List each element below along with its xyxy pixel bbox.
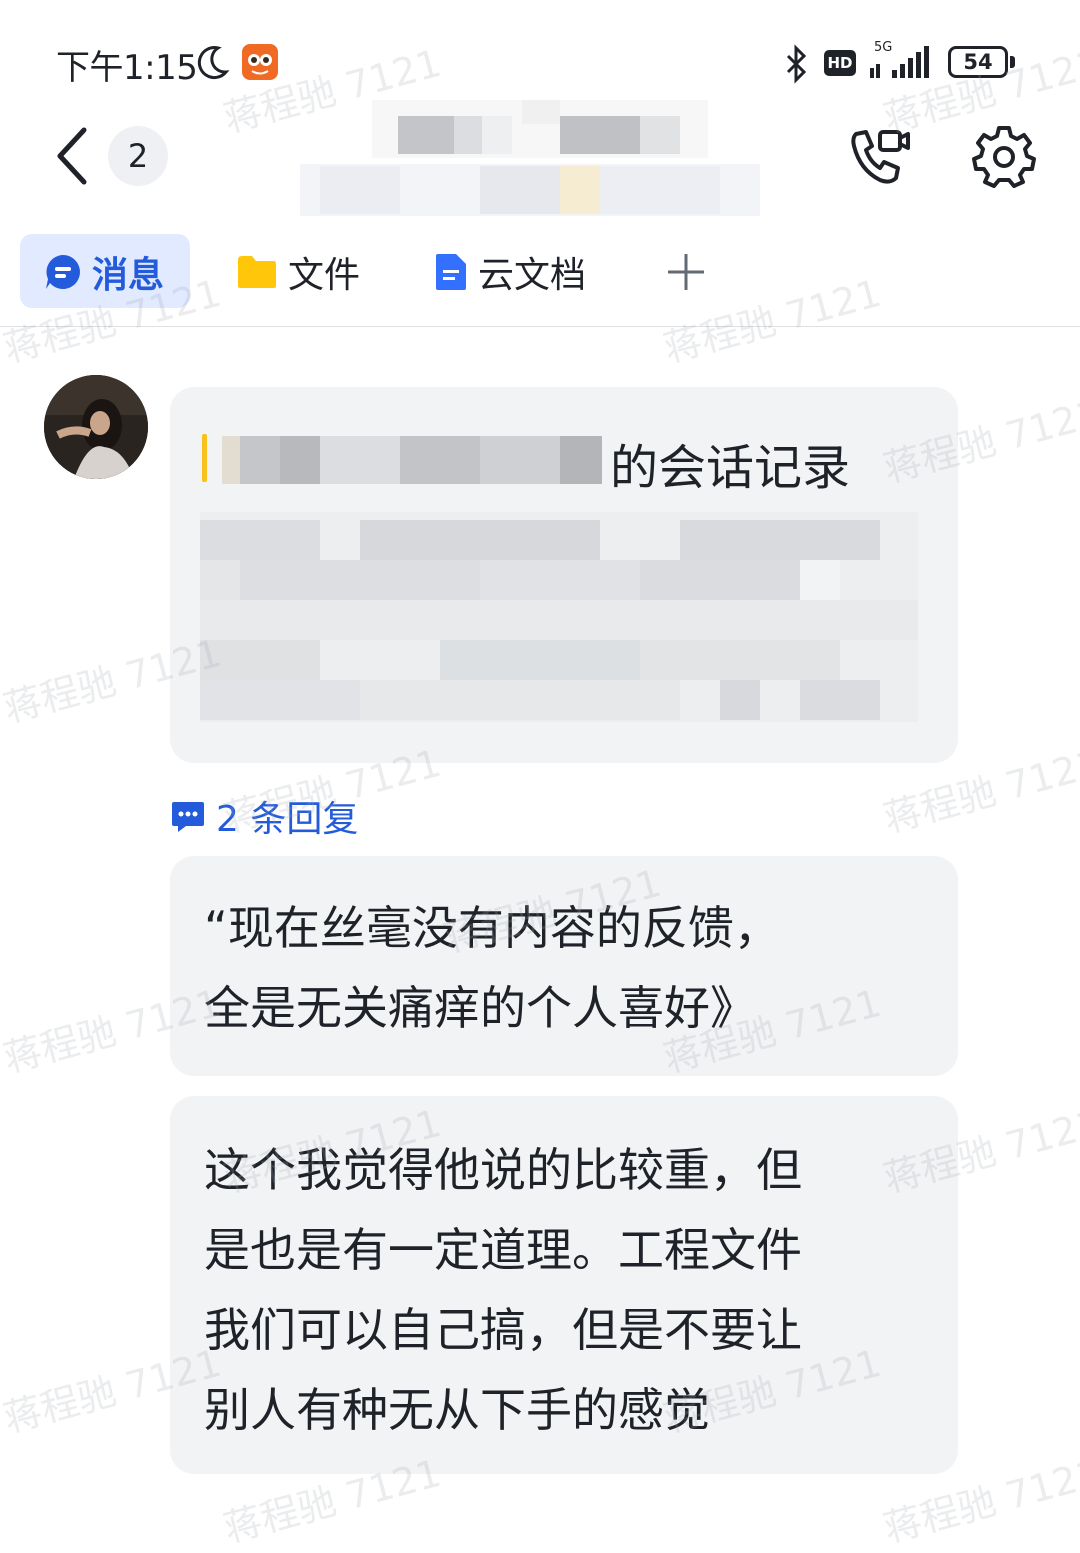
- chat-title-redacted: [372, 100, 708, 158]
- add-tab-plus-icon[interactable]: [664, 250, 708, 294]
- reply-thread-link[interactable]: 2 条回复: [170, 790, 358, 842]
- chat-subtitle-redacted: [300, 164, 760, 216]
- chat-bubble-icon: [46, 255, 80, 289]
- quoted-message-text: “现在丝毫没有内容的反馈， 全是无关痛痒的个人喜好》: [204, 888, 780, 1048]
- quoted-line: “现在丝毫没有内容的反馈，: [204, 901, 780, 955]
- tab-files-label: 文件: [288, 255, 361, 296]
- signal-icon: [870, 46, 929, 78]
- quoted-line: 全是无关痛痒的个人喜好》: [204, 981, 756, 1035]
- battery-indicator: 54: [948, 46, 1008, 78]
- folder-icon: [238, 256, 276, 288]
- record-title-redacted: [222, 436, 602, 484]
- tab-messages[interactable]: 消息: [44, 248, 164, 296]
- unread-count-badge[interactable]: 2: [108, 126, 168, 186]
- document-icon: [436, 254, 466, 290]
- bluetooth-icon: [786, 44, 807, 84]
- settings-gear-icon[interactable]: [972, 124, 1036, 188]
- tabs-divider: [0, 326, 1080, 327]
- status-time: 下午1:15: [56, 48, 198, 88]
- battery-cap: [1010, 56, 1015, 68]
- hd-badge: HD: [824, 50, 856, 76]
- sender-avatar[interactable]: [44, 375, 148, 479]
- tab-messages-label: 消息: [92, 255, 165, 296]
- reply-bubble-icon: [172, 802, 204, 832]
- record-body-redacted: [200, 512, 918, 722]
- tab-cloud-docs-label: 云文档: [478, 255, 587, 296]
- reply-message-text: 这个我觉得他说的比较重，但 是也是有一定道理。工程文件 我们可以自己搞，但是不要…: [204, 1130, 802, 1450]
- reply-line: 我们可以自己搞，但是不要让: [204, 1303, 802, 1357]
- video-call-icon[interactable]: [846, 126, 910, 190]
- tab-files[interactable]: 文件: [236, 248, 360, 296]
- moon-icon: [197, 46, 230, 80]
- reply-count-label: 2 条回复: [216, 799, 359, 840]
- reply-line: 是也是有一定道理。工程文件: [204, 1223, 802, 1277]
- record-title: 的会话记录: [610, 440, 851, 496]
- back-arrow-icon[interactable]: [50, 126, 94, 186]
- record-quote-bar: [202, 434, 207, 482]
- reply-line: 别人有种无从下手的感觉: [204, 1383, 710, 1437]
- tab-cloud-docs[interactable]: 云文档: [434, 248, 586, 296]
- app-notification-icon: [242, 44, 278, 80]
- reply-line: 这个我觉得他说的比较重，但: [204, 1143, 802, 1197]
